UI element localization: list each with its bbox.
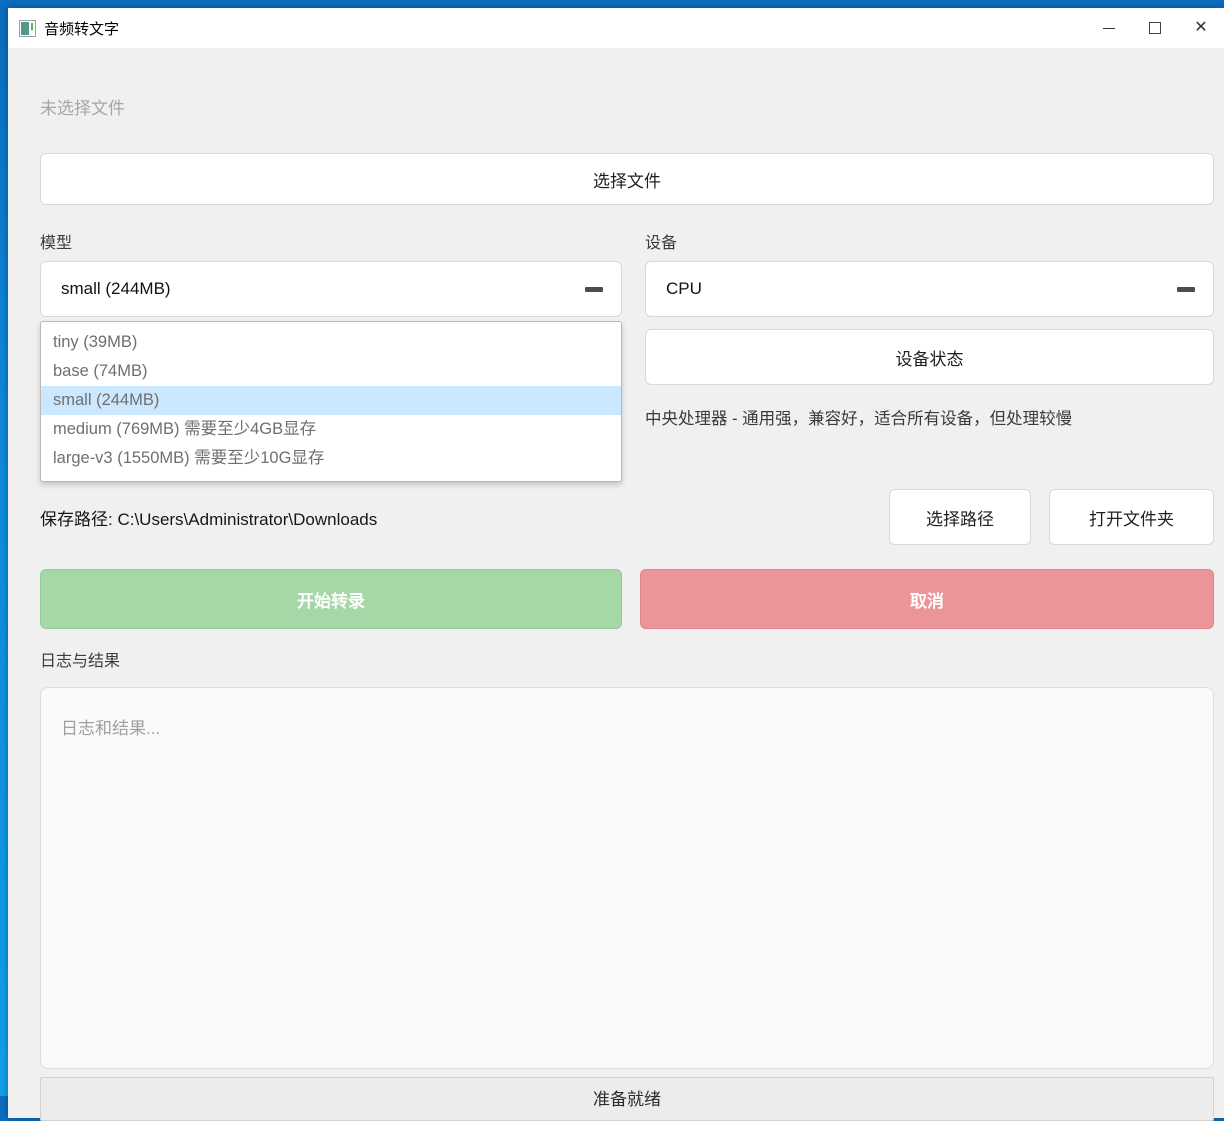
device-status-button[interactable]: 设备状态 <box>645 329 1214 385</box>
log-textarea[interactable] <box>40 687 1214 1069</box>
app-icon-teal-block <box>21 22 29 35</box>
model-column: 模型 small (244MB) tiny (39MB) base (74MB)… <box>40 233 622 429</box>
log-section-label: 日志与结果 <box>40 651 1214 673</box>
combobox-dash-icon <box>1177 287 1195 292</box>
device-combobox[interactable]: CPU <box>645 261 1214 317</box>
minimize-icon <box>1103 28 1115 29</box>
cancel-button[interactable]: 取消 <box>640 569 1214 629</box>
dropdown-option-large-v3[interactable]: large-v3 (1550MB) 需要至少10G显存 <box>41 444 621 473</box>
select-file-button[interactable]: 选择文件 <box>40 153 1214 205</box>
save-path-label: 保存路径: C:\Users\Administrator\Downloads <box>40 505 377 530</box>
action-buttons-row: 开始转录 取消 <box>40 569 1214 629</box>
window-controls: ✕ <box>1086 8 1224 48</box>
device-column: 设备 CPU 设备状态 中央处理器 - 通用强，兼容好，适合所有设备，但处理较慢 <box>645 233 1214 429</box>
open-folder-button[interactable]: 打开文件夹 <box>1049 489 1214 545</box>
device-label: 设备 <box>645 233 1214 255</box>
app-icon-green-bar <box>31 23 33 30</box>
start-transcribe-button[interactable]: 开始转录 <box>40 569 622 629</box>
model-label: 模型 <box>40 233 622 255</box>
dropdown-option-base[interactable]: base (74MB) <box>41 357 621 386</box>
settings-columns: 模型 small (244MB) tiny (39MB) base (74MB)… <box>40 233 1214 429</box>
status-text: 准备就绪 <box>593 1090 661 1109</box>
close-icon: ✕ <box>1194 20 1207 36</box>
window-title: 音频转文字 <box>44 18 119 39</box>
app-window: 音频转文字 ✕ 未选择文件 选择文件 模型 small (244MB) <box>8 8 1224 1118</box>
main-content: 未选择文件 选择文件 模型 small (244MB) tiny (39MB) … <box>8 48 1224 1121</box>
maximize-button[interactable] <box>1132 8 1178 48</box>
model-combobox-value: small (244MB) <box>61 279 171 299</box>
device-description: 中央处理器 - 通用强，兼容好，适合所有设备，但处理较慢 <box>645 405 1214 429</box>
choose-path-button[interactable]: 选择路径 <box>889 489 1031 545</box>
app-icon <box>19 20 36 37</box>
minimize-button[interactable] <box>1086 8 1132 48</box>
dropdown-option-tiny[interactable]: tiny (39MB) <box>41 328 621 357</box>
model-dropdown-list: tiny (39MB) base (74MB) small (244MB) me… <box>40 321 622 482</box>
title-bar[interactable]: 音频转文字 ✕ <box>8 8 1224 48</box>
combobox-dash-icon <box>585 287 603 292</box>
device-combobox-value: CPU <box>666 279 702 299</box>
dropdown-option-small[interactable]: small (244MB) <box>41 386 621 415</box>
model-combobox[interactable]: small (244MB) <box>40 261 622 317</box>
maximize-icon <box>1149 22 1161 34</box>
dropdown-option-medium[interactable]: medium (769MB) 需要至少4GB显存 <box>41 415 621 444</box>
file-status-label: 未选择文件 <box>40 94 1214 119</box>
status-bar: 准备就绪 <box>40 1077 1214 1121</box>
close-button[interactable]: ✕ <box>1178 8 1224 48</box>
save-path-row: 保存路径: C:\Users\Administrator\Downloads 选… <box>40 489 1214 545</box>
